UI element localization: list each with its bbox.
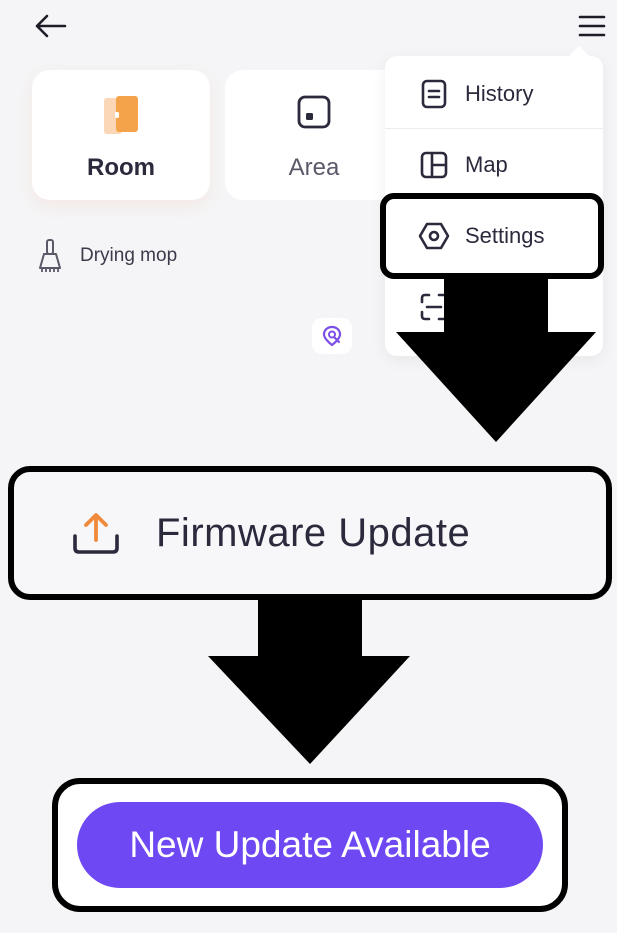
update-highlight-box: New Update Available	[52, 778, 568, 912]
settings-highlight-box	[380, 193, 604, 279]
firmware-update-row[interactable]: Firmware Update	[8, 466, 612, 600]
arrow-down-2	[208, 600, 410, 764]
arrow-down-1	[396, 279, 596, 442]
firmware-update-label: Firmware Update	[156, 510, 471, 555]
new-update-available-button[interactable]: New Update Available	[77, 802, 543, 888]
upload-tray-icon	[68, 505, 124, 561]
